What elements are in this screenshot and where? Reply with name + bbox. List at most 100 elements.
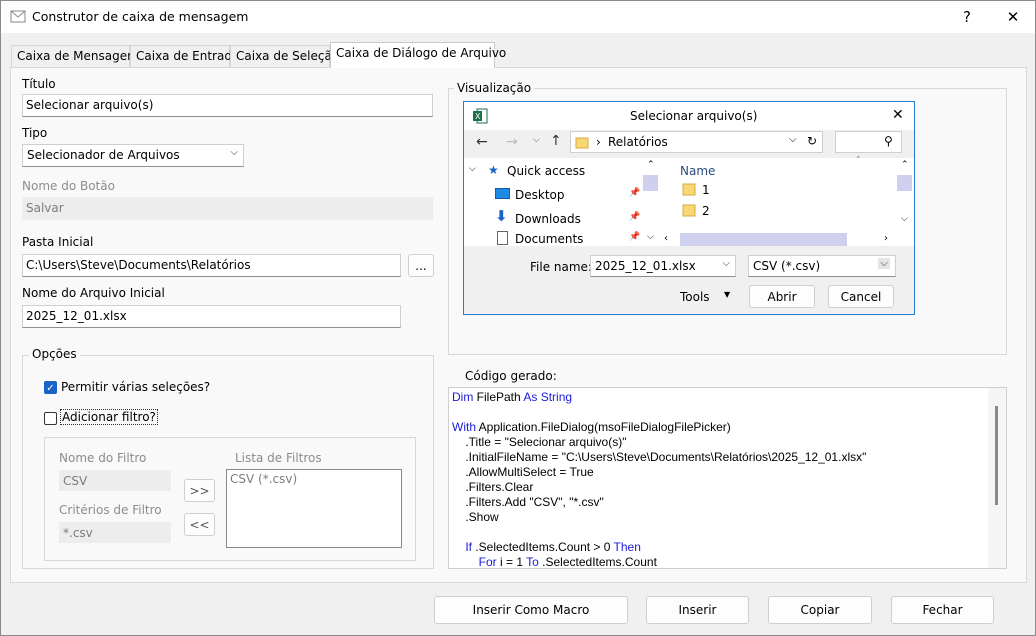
- add-filter-arrow-button[interactable]: >>: [184, 479, 215, 502]
- window-title: Construtor de caixa de mensagem: [32, 9, 249, 24]
- insert-button[interactable]: Inserir: [646, 596, 749, 624]
- files-scrollbar-thumb[interactable]: [897, 175, 912, 191]
- code-line: .InitialFileName = "C:\Users\Steve\Docum…: [452, 450, 866, 465]
- button-name-input[interactable]: Salvar: [22, 197, 433, 220]
- code-label: Código gerado:: [465, 369, 557, 383]
- filter-list[interactable]: CSV (*.csv): [226, 469, 402, 548]
- pin-icon: 📌: [629, 232, 641, 242]
- file-type-combo[interactable]: CSV (*.csv) ⌵: [748, 255, 896, 277]
- nav-scroll-up-icon[interactable]: ⌃: [647, 160, 655, 170]
- close-window-button[interactable]: ✕: [993, 1, 1033, 33]
- initial-file-input[interactable]: 2025_12_01.xlsx: [22, 305, 401, 328]
- code-text: .AllowMultiSelect = True: [452, 465, 594, 479]
- files-scroll-up-icon[interactable]: ⌃: [901, 160, 909, 170]
- address-chevron-icon[interactable]: ⌵: [789, 134, 797, 145]
- address-bar[interactable]: › Relatórios ⌵ ↻: [570, 131, 823, 153]
- filter-list-label: Lista de Filtros: [235, 451, 322, 465]
- type-label: Tipo: [22, 126, 48, 140]
- up-arrow-icon[interactable]: ↑: [550, 133, 562, 149]
- code-keyword: For: [452, 555, 501, 569]
- nav-downloads[interactable]: Downloads: [515, 212, 581, 226]
- code-line: .Show: [452, 510, 866, 525]
- help-button[interactable]: ?: [947, 1, 987, 33]
- tools-menu[interactable]: Tools: [680, 290, 710, 304]
- code-text: .InitialFileName = "C:\Users\Steve\Docum…: [452, 450, 867, 464]
- back-arrow-icon[interactable]: ←: [476, 134, 488, 150]
- code-text: FilePath: [476, 390, 524, 404]
- initial-folder-input[interactable]: C:\Users\Steve\Documents\Relatórios: [22, 254, 401, 277]
- files-scroll-down-icon[interactable]: ⌵: [901, 214, 908, 224]
- nav-documents[interactable]: Documents: [515, 232, 583, 246]
- filter-name-input[interactable]: CSV: [59, 470, 171, 491]
- code-text: Application.FileDialog(msoFileDialogFile…: [478, 420, 731, 434]
- code-lines: Dim FilePath As String With Application.F…: [452, 390, 866, 569]
- refresh-icon[interactable]: ↻: [807, 134, 817, 148]
- code-text: i = 1: [500, 555, 527, 569]
- options-group-label: Opções: [29, 347, 80, 361]
- browse-button[interactable]: ...: [408, 254, 434, 277]
- code-line: .AllowMultiSelect = True: [452, 465, 866, 480]
- copy-button[interactable]: Copiar: [768, 596, 872, 624]
- nav-scroll-down-icon[interactable]: ⌵: [647, 232, 654, 242]
- filter-criteria-input[interactable]: *.csv: [59, 522, 171, 543]
- tab-selection-box[interactable]: Caixa de Seleção: [230, 45, 339, 67]
- preview-group-label: Visualização: [454, 81, 535, 95]
- code-text: .Title = "Selecionar arquivo(s)": [452, 435, 627, 449]
- tab-file-dialog[interactable]: Caixa de Diálogo de Arquivo: [330, 42, 506, 68]
- filter-list-item[interactable]: CSV (*.csv): [230, 472, 398, 486]
- title-input[interactable]: Selecionar arquivo(s): [22, 94, 433, 117]
- folder-icon: [682, 204, 696, 217]
- download-icon: ⬇: [495, 207, 508, 225]
- expand-chevron-icon[interactable]: ⌵: [469, 164, 476, 174]
- preview-close-icon[interactable]: ✕: [892, 107, 904, 123]
- sort-up-icon: ˄: [856, 156, 861, 166]
- code-keyword: If: [452, 540, 476, 554]
- code-keyword: To: [526, 555, 543, 569]
- file-name-combo[interactable]: 2025_12_01.xlsx ⌵: [590, 255, 736, 277]
- code-text: .Show: [452, 510, 499, 524]
- folder-icon: [575, 137, 589, 149]
- tools-dropdown-icon[interactable]: ▼: [724, 290, 730, 299]
- tab-message-box[interactable]: Caixa de Mensagem: [11, 45, 139, 67]
- preview-cancel-button[interactable]: Cancel: [828, 285, 894, 308]
- recent-chevron-icon[interactable]: ⌵: [533, 135, 540, 145]
- files-hscrollbar-thumb[interactable]: [680, 233, 847, 246]
- file-type-value: CSV (*.csv): [753, 259, 821, 273]
- nav-quick-access[interactable]: Quick access: [507, 164, 585, 178]
- code-text: .SelectedItems.Count: [542, 555, 657, 569]
- type-select[interactable]: Selecionador de Arquivos ⌵: [22, 144, 244, 167]
- add-filter-checkbox[interactable]: [44, 412, 57, 425]
- file-name-label: File name:: [530, 260, 592, 274]
- preview-file-dialog: X Selecionar arquivo(s) ✕ ← → ⌵ ↑ › Rela…: [463, 101, 915, 315]
- file-item[interactable]: 1: [702, 183, 710, 197]
- remove-filter-arrow-button[interactable]: <<: [184, 513, 215, 536]
- folder-icon: [682, 183, 696, 196]
- excel-icon: X: [473, 108, 488, 124]
- nav-scrollbar-thumb[interactable]: [643, 175, 658, 191]
- search-icon: ⚲: [884, 134, 893, 148]
- nav-desktop[interactable]: Desktop: [515, 188, 565, 202]
- close-button[interactable]: Fechar: [891, 596, 994, 624]
- file-item[interactable]: 2: [702, 204, 710, 218]
- dialog-window: Construtor de caixa de mensagem ? ✕ Caix…: [0, 0, 1036, 636]
- code-scrollbar-thumb[interactable]: [995, 406, 998, 505]
- preview-open-button[interactable]: Abrir: [749, 285, 815, 308]
- breadcrumb[interactable]: Relatórios: [608, 135, 668, 149]
- code-scrollbar[interactable]: [988, 388, 1006, 568]
- files-scroll-left-icon[interactable]: ‹: [664, 233, 668, 244]
- column-header-name[interactable]: Name: [680, 164, 715, 178]
- code-line: With Application.FileDialog(msoFileDialo…: [452, 420, 866, 435]
- initial-folder-label: Pasta Inicial: [22, 235, 94, 249]
- generated-code-box[interactable]: Dim FilePath As String With Application.F…: [448, 387, 1007, 569]
- insert-macro-button[interactable]: Inserir Como Macro: [434, 596, 628, 624]
- tab-input-box[interactable]: Caixa de Entrada: [130, 45, 239, 67]
- preview-search-box[interactable]: ⚲: [835, 131, 902, 153]
- type-select-value: Selecionador de Arquivos: [27, 148, 180, 162]
- button-name-label: Nome do Botão: [22, 179, 115, 193]
- files-scroll-right-icon[interactable]: ›: [884, 233, 888, 244]
- multi-select-checkbox[interactable]: ✓: [44, 381, 57, 394]
- title-bar: Construtor de caixa de mensagem ? ✕: [1, 1, 1035, 33]
- forward-arrow-icon[interactable]: →: [506, 134, 518, 150]
